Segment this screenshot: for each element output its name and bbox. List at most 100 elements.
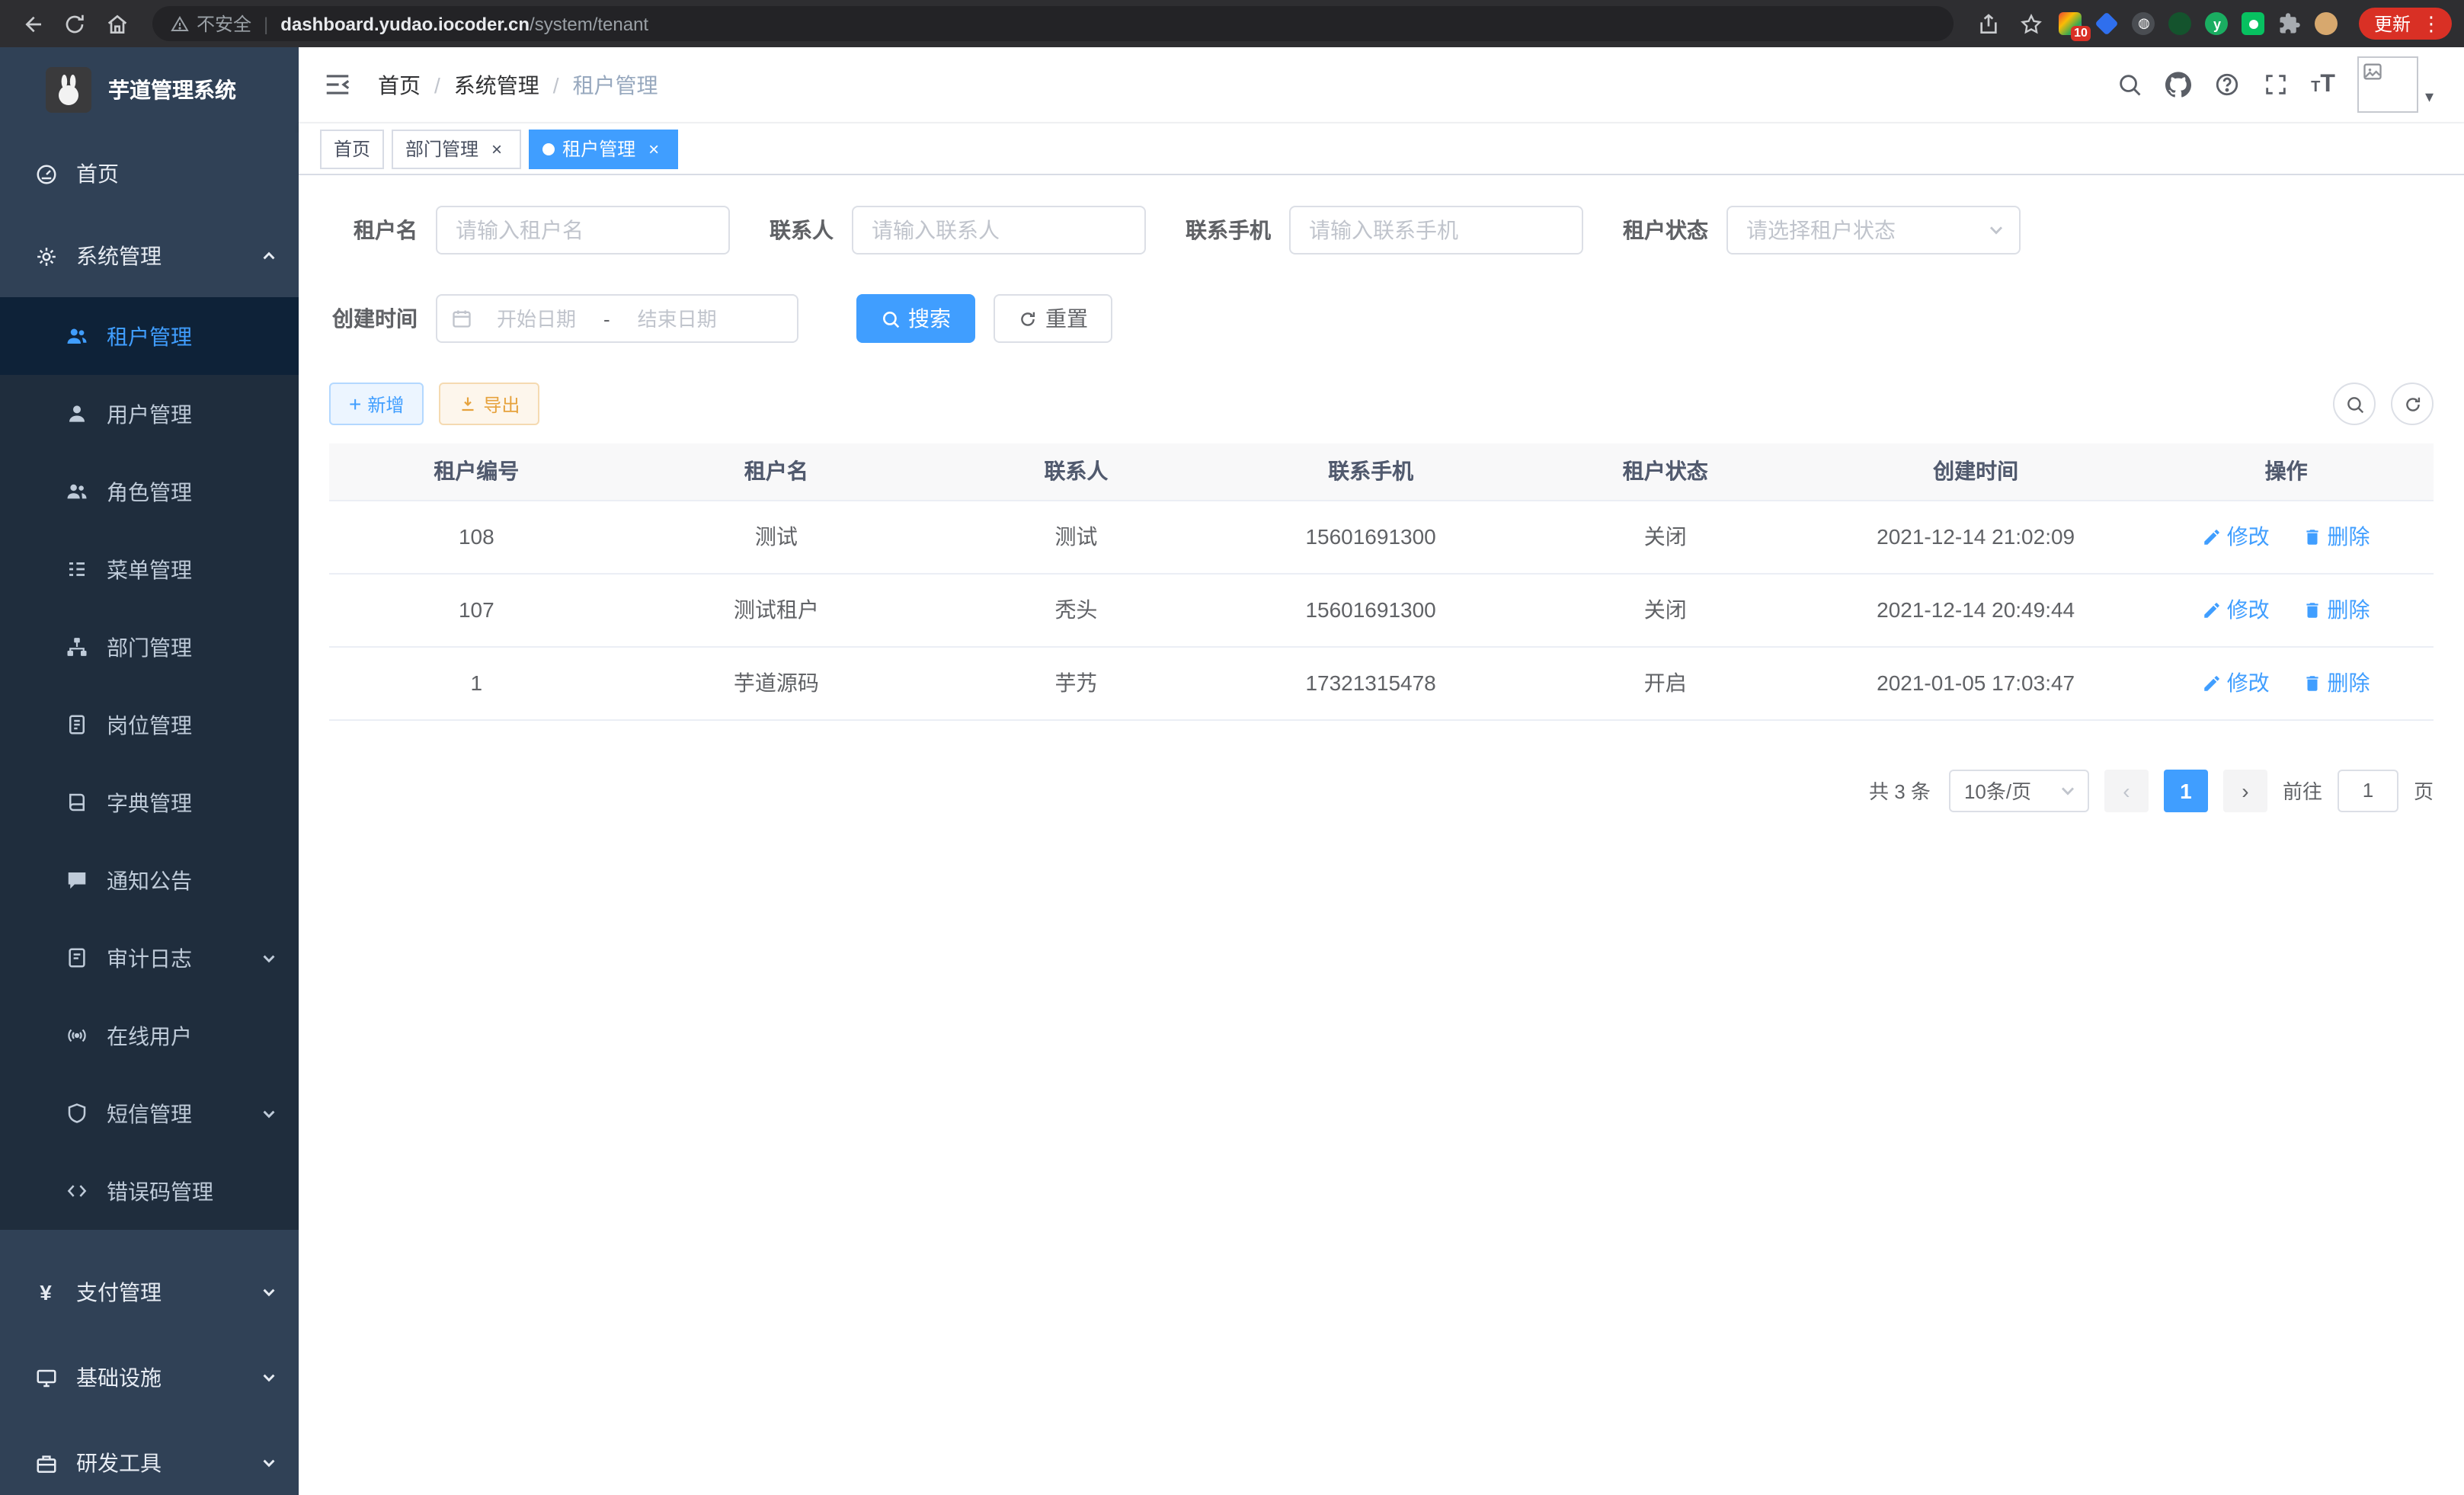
refresh-table-icon[interactable] — [2391, 383, 2434, 425]
filter-label: 租户状态 — [1623, 215, 1708, 245]
next-page-button[interactable]: › — [2223, 769, 2267, 812]
edit-button[interactable]: 修改 — [2203, 594, 2270, 625]
add-button[interactable]: + 新增 — [329, 383, 424, 425]
sidebar-item-online-users[interactable]: 在线用户 — [0, 997, 299, 1074]
help-icon[interactable] — [2213, 72, 2239, 98]
breadcrumb-item[interactable]: 首页 — [378, 69, 421, 100]
extension-icon-green-chat[interactable] — [2237, 7, 2270, 40]
sidebar-item-post[interactable]: 岗位管理 — [0, 686, 299, 764]
goto-label: 前往 — [2283, 776, 2322, 805]
phone-input[interactable] — [1289, 206, 1583, 255]
browser-toolbar: 不安全 | dashboard.yudao.iocoder.cn /system… — [0, 0, 2464, 47]
logo[interactable]: 芋道管理系统 — [0, 47, 299, 133]
edit-button[interactable]: 修改 — [2203, 667, 2270, 698]
extension-icon-green-y[interactable]: y — [2200, 7, 2234, 40]
fullscreen-icon[interactable] — [2262, 72, 2288, 98]
roles-icon — [64, 480, 88, 503]
table-toolbar: + 新增 导出 — [329, 383, 2434, 425]
sidebar-item-notice[interactable]: 通知公告 — [0, 841, 299, 919]
tab-tenant[interactable]: 租户管理 × — [529, 129, 678, 168]
address-bar[interactable]: 不安全 | dashboard.yudao.iocoder.cn /system… — [152, 6, 1954, 41]
tab-close-icon[interactable]: × — [486, 138, 507, 159]
extension-icon-dark-globe[interactable]: ◍ — [2127, 7, 2161, 40]
sidebar-collapse-icon[interactable] — [320, 68, 354, 101]
toolbox-icon — [34, 1452, 58, 1474]
sidebar-item-system[interactable]: 系统管理 — [0, 215, 299, 297]
gear-icon — [34, 245, 58, 267]
sidebar-item-tenant[interactable]: 租户管理 — [0, 297, 299, 375]
app-title: 芋道管理系统 — [108, 75, 236, 105]
sidebar-item-role[interactable]: 角色管理 — [0, 453, 299, 530]
tab-close-icon[interactable]: × — [643, 138, 664, 159]
user-menu[interactable]: ▾ — [2358, 56, 2434, 113]
extension-icon-dark-green[interactable] — [2164, 7, 2197, 40]
tenant-name-input[interactable] — [436, 206, 730, 255]
edit-button[interactable]: 修改 — [2203, 521, 2270, 552]
delete-button[interactable]: 删除 — [2302, 594, 2370, 625]
search-button[interactable]: 搜索 — [856, 294, 975, 343]
extension-icon-blue-diamond[interactable] — [2091, 7, 2124, 40]
font-size-icon[interactable]: TT — [2311, 71, 2335, 98]
shield-icon — [64, 1102, 88, 1125]
share-icon[interactable] — [1969, 4, 2008, 43]
breadcrumb-item-current: 租户管理 — [573, 69, 658, 100]
extension-badge: 10 — [2071, 25, 2091, 40]
monitor-icon — [34, 1366, 58, 1389]
sidebar-item-payment[interactable]: ¥ 支付管理 — [0, 1250, 299, 1335]
tab-home[interactable]: 首页 — [320, 129, 384, 168]
chrome-update-button[interactable]: 更新 ⋮ — [2359, 8, 2452, 40]
end-date-input[interactable] — [619, 307, 735, 330]
tab-dept[interactable]: 部门管理 × — [392, 129, 521, 168]
filter-label: 联系人 — [770, 215, 834, 245]
search-icon[interactable] — [2116, 72, 2142, 98]
security-label[interactable]: 不安全 — [197, 11, 251, 37]
extension-icon-colorful[interactable]: 10 — [2054, 7, 2088, 40]
sidebar-item-label: 在线用户 — [107, 1020, 268, 1051]
column-header: 联系人 — [929, 443, 1224, 500]
delete-button[interactable]: 删除 — [2302, 667, 2370, 698]
browser-home-icon[interactable] — [98, 4, 137, 43]
delete-button[interactable]: 删除 — [2302, 521, 2370, 552]
breadcrumb-item[interactable]: 系统管理 — [454, 69, 539, 100]
browser-reload-icon[interactable] — [55, 4, 94, 43]
sidebar-item-dev-tools[interactable]: 研发工具 — [0, 1420, 299, 1495]
chrome-menu-icon[interactable]: ⋮ — [2417, 14, 2446, 34]
chevron-down-icon — [261, 1284, 277, 1301]
org-tree-icon — [64, 635, 88, 658]
tab-label: 部门管理 — [405, 136, 478, 162]
sidebar-item-dept[interactable]: 部门管理 — [0, 608, 299, 686]
page-size-select[interactable]: 10条/页 — [1949, 769, 2089, 812]
sidebar-item-dict[interactable]: 字典管理 — [0, 764, 299, 841]
start-date-input[interactable] — [478, 307, 594, 330]
reset-button[interactable]: 重置 — [994, 294, 1112, 343]
sidebar-item-user[interactable]: 用户管理 — [0, 375, 299, 453]
home-icon — [34, 162, 58, 185]
date-range-picker[interactable]: - — [436, 294, 798, 343]
status-select[interactable]: 请选择租户状态 — [1726, 206, 2021, 255]
prev-page-button[interactable]: ‹ — [2104, 769, 2149, 812]
page-number-button[interactable]: 1 — [2164, 769, 2208, 812]
sidebar-item-sms[interactable]: 短信管理 — [0, 1074, 299, 1152]
contact-input[interactable] — [852, 206, 1146, 255]
sidebar-item-menu[interactable]: 菜单管理 — [0, 530, 299, 608]
chevron-down-icon — [2059, 781, 2077, 799]
page-size-label: 10条/页 — [1964, 776, 2031, 805]
sidebar-item-infrastructure[interactable]: 基础设施 — [0, 1335, 299, 1420]
sidebar-item-home[interactable]: 首页 — [0, 133, 299, 215]
cell-contact: 芋艿 — [929, 646, 1224, 719]
cell-actions: 修改 删除 — [2139, 573, 2434, 646]
prev-page-icon: ‹ — [2123, 778, 2130, 802]
export-button[interactable]: 导出 — [439, 383, 539, 425]
current-page-number: 1 — [2180, 778, 2192, 802]
sidebar-item-audit-log[interactable]: 审计日志 — [0, 919, 299, 997]
bookmark-star-icon[interactable] — [2011, 4, 2051, 43]
avatar[interactable] — [2358, 56, 2419, 113]
sidebar-item-error-code[interactable]: 错误码管理 — [0, 1152, 299, 1230]
goto-page-input[interactable] — [2338, 769, 2398, 812]
github-icon[interactable] — [2165, 72, 2190, 98]
filter-tenant-name: 租户名 — [329, 206, 730, 255]
extension-icon-profile[interactable] — [2310, 7, 2344, 40]
toggle-search-icon[interactable] — [2333, 383, 2376, 425]
puzzle-icon[interactable] — [2274, 7, 2307, 40]
browser-back-icon[interactable] — [12, 4, 52, 43]
